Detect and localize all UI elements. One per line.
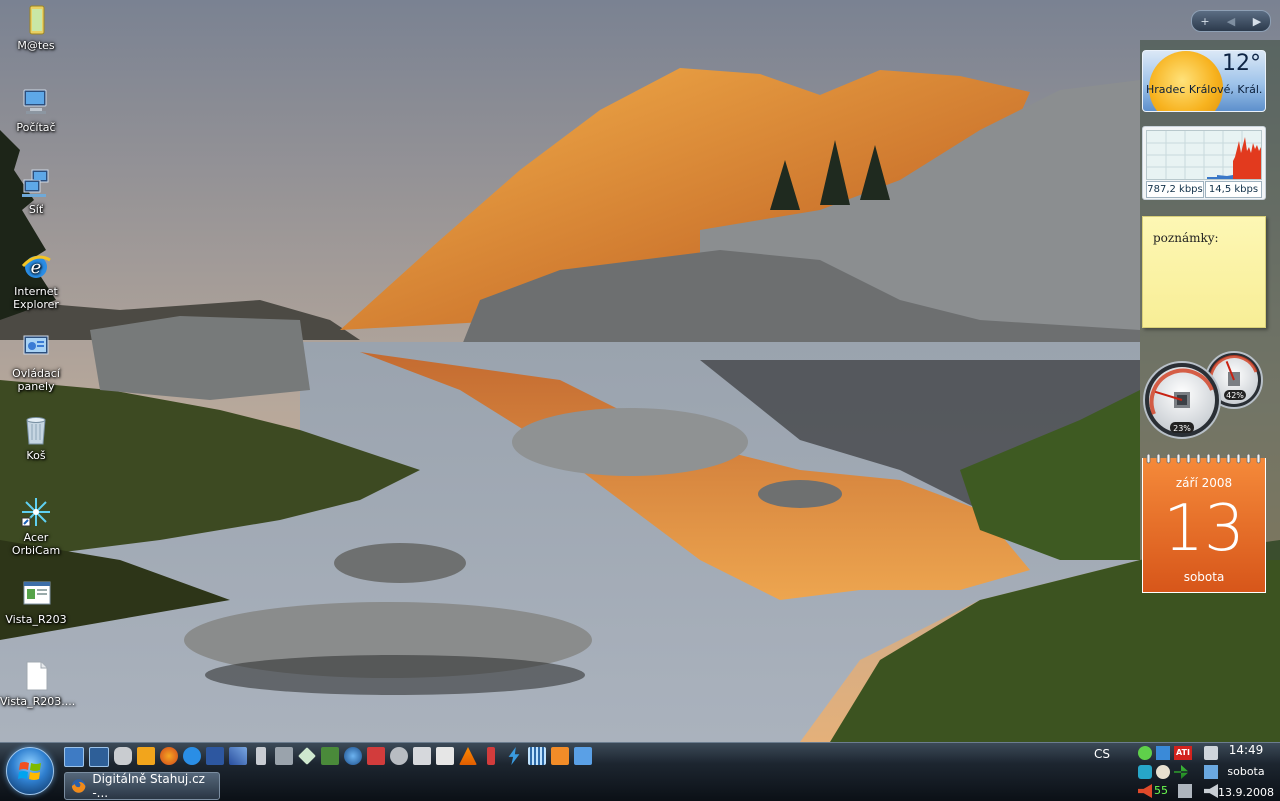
quick-launch-bar [64,747,597,769]
tray-network-icon[interactable] [1156,746,1170,760]
network-card-icon[interactable] [321,747,339,765]
clock-time: 14:49 [1228,743,1264,757]
drive-icon[interactable] [114,747,132,765]
taskbar-button-label: Digitálně Stahuj.cz -... [92,772,205,800]
control-panel-icon [23,335,49,355]
upload-speed: 14,5 kbps [1205,181,1262,198]
calendar-weekday: sobota [1183,570,1225,584]
network-traffic-graph [1146,130,1262,180]
desktop-icon-vista-r203[interactable]: Vista_R203 [0,578,72,626]
desktop-icon-network[interactable]: Síť [0,168,72,216]
desktop-icon-vista-r203-file[interactable]: Vista_R203.... [0,660,76,708]
ati-tool-icon[interactable] [436,747,454,765]
sidebar-controls: + ◀ ▶ [1191,10,1271,32]
calendar-rings [1146,454,1261,464]
internet-explorer-icon: e [21,255,51,278]
system-tray: ATI 55 [1138,746,1218,800]
gear-icon[interactable] [390,747,408,765]
internet-explorer-icon[interactable] [183,747,201,765]
tray-arrows-icon[interactable] [1174,765,1188,779]
desktop-icon-recycle-bin[interactable]: Koš [0,414,72,462]
memory-percent: 42% [1226,391,1244,400]
webcam-icon [21,498,50,527]
next-gadgets-button[interactable]: ▶ [1247,15,1267,28]
firefox-icon[interactable] [160,747,178,765]
computer-icon [23,89,47,114]
show-desktop-icon[interactable] [64,747,84,767]
desktop-icon-label: Ovládací panely [12,367,60,393]
start-button[interactable] [6,747,54,795]
cpu-meter-gadget[interactable]: 42% 23% [1142,350,1264,442]
remote-desktop-icon[interactable] [574,747,592,765]
add-gadget-button[interactable]: + [1195,15,1215,28]
lightning-icon[interactable] [508,747,520,765]
hash-icon[interactable] [551,747,569,765]
desktop-icon-label: Počítač [16,121,56,134]
gift-icon[interactable] [367,747,385,765]
desktop-icon-acer-orbicam[interactable]: Acer OrbiCam [0,496,72,557]
cpu-percent: 23% [1173,424,1191,433]
weather-location: Hradec Králové, Král... [1146,83,1263,96]
tools-icon[interactable] [275,747,293,765]
tray-sync-icon[interactable] [1138,765,1152,779]
calendar-month: září 2008 [1175,476,1233,490]
tray-hand-icon[interactable] [1156,765,1170,779]
clock-weekday: sobota [1227,765,1265,778]
blank-file-icon [26,661,48,691]
usb-icon[interactable] [256,747,266,765]
media-player-icon[interactable] [137,747,155,765]
network-icon [22,169,49,197]
document-icon [23,581,51,605]
antenna-icon[interactable] [487,747,495,765]
desktop-icon-control-panel[interactable]: Ovládací panely [0,332,72,393]
switch-windows-icon[interactable] [89,747,109,767]
weather-gadget[interactable]: 12° Hradec Králové, Král... [1142,50,1266,112]
desktop-icon-label: Vista_R203.... [0,695,76,708]
ati-icon[interactable]: ATI [1174,746,1192,760]
notes-text: poznámky: [1153,231,1219,245]
desktop-icon-label: Síť [28,203,44,216]
pen-tool-icon[interactable] [229,747,247,765]
diamond-icon[interactable] [298,747,316,765]
volume-icon[interactable] [1138,784,1152,798]
sun-icon [1149,51,1223,111]
desktop-icon-computer[interactable]: Počítač [0,86,72,134]
desktop-icon-label: M@tes [17,39,55,52]
language-indicator[interactable]: CS [1094,747,1110,761]
tray-monitor-icon[interactable] [1178,784,1192,798]
grid-icon[interactable] [528,747,546,765]
cube-icon[interactable] [413,747,431,765]
weather-temperature: 12° [1222,51,1261,76]
calendar-day: 13 [1163,492,1245,566]
calendar-gadget[interactable]: září 2008 13 sobota [1142,454,1266,593]
desktop-icon-mates[interactable]: M@tes [0,4,72,52]
desktop-icon-label: Internet Explorer [13,285,59,311]
tray-green-icon[interactable] [1138,746,1152,760]
desktop-icon-label: Vista_R203 [5,613,67,626]
globe-icon[interactable] [344,747,362,765]
taskbar: Digitálně Stahuj.cz -... CS ATI 55 14:49… [0,742,1280,801]
save-icon[interactable] [206,747,224,765]
desktop-wallpaper [0,0,1280,742]
network-meter-gadget[interactable]: 787,2 kbps 14,5 kbps [1142,126,1266,200]
clock-date: 13.9.2008 [1218,786,1274,799]
notes-gadget[interactable]: poznámky: [1142,216,1266,328]
desktop-icon-label: Acer OrbiCam [11,531,61,557]
download-speed: 787,2 kbps [1146,181,1204,198]
desktop-icon-label: Koš [26,449,46,462]
tray-number: 55 [1154,784,1168,797]
previous-gadgets-button[interactable]: ◀ [1221,15,1241,28]
recycle-bin-icon [26,417,46,445]
taskbar-button-firefox[interactable]: Digitálně Stahuj.cz -... [64,772,220,800]
firefox-icon [71,779,86,793]
windows-logo-icon [18,762,41,780]
folder-icon [29,5,45,35]
desktop-icon-internet-explorer[interactable]: e Internet Explorer [0,250,72,311]
vlc-icon[interactable] [459,747,477,765]
